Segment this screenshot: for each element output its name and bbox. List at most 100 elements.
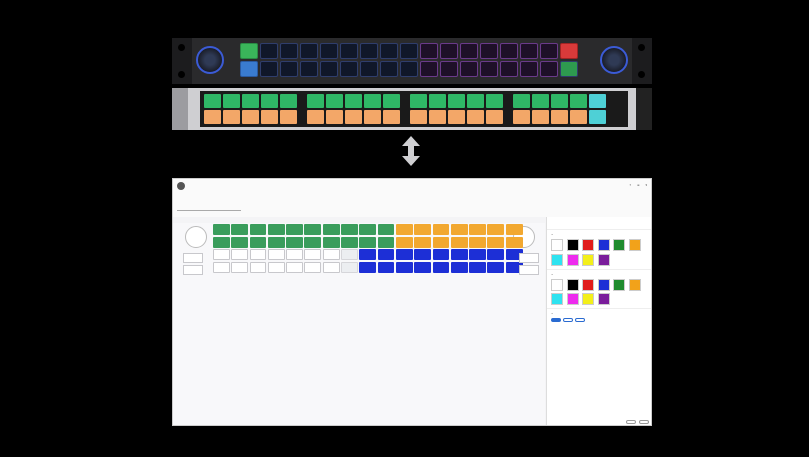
hardware-button[interactable] [520,43,538,59]
hardware-button[interactable] [440,43,458,59]
color-swatch[interactable] [597,239,610,251]
hardware-button[interactable] [460,61,478,77]
user-menu[interactable]: ▾ [645,183,647,187]
hardware-switch[interactable] [486,94,503,108]
hardware-button[interactable] [420,61,438,77]
hardware-button[interactable] [380,61,398,77]
hardware-button[interactable] [520,61,538,77]
side-button[interactable] [183,265,203,275]
hardware-switch[interactable] [345,94,362,108]
grid-button[interactable] [487,224,505,235]
color-swatch[interactable] [582,253,594,266]
color-swatch[interactable] [597,293,610,305]
grid-button[interactable] [505,236,523,248]
hardware-button[interactable] [400,43,418,59]
grid-button[interactable] [286,261,303,273]
grid-button[interactable] [341,224,358,235]
grid-button[interactable] [267,261,285,273]
hardware-switch[interactable] [383,110,400,124]
grid-button[interactable] [359,224,377,235]
grid-button[interactable] [377,224,395,235]
hardware-switch[interactable] [486,110,503,124]
grid-button[interactable] [267,236,285,248]
color-swatch[interactable] [551,239,563,251]
grid-button[interactable] [487,249,505,260]
grid-button[interactable] [213,224,230,235]
grid-button[interactable] [414,261,432,273]
color-swatch[interactable] [551,278,563,291]
grid-button[interactable] [450,261,468,273]
grid-button[interactable] [304,249,322,260]
hardware-switch[interactable] [383,94,400,108]
help-icon[interactable]: ? [629,183,631,187]
hardware-switch[interactable] [551,110,568,124]
hardware-switch[interactable] [223,110,240,124]
grid-button[interactable] [304,261,322,273]
grid-button[interactable] [450,224,468,235]
side-button[interactable] [183,253,203,263]
hardware-switch[interactable] [364,94,381,108]
grid-button[interactable] [231,236,249,248]
hardware-switch[interactable] [467,94,484,108]
secondary-button[interactable] [626,420,636,424]
hardware-button[interactable] [400,61,418,77]
hardware-switch[interactable] [307,94,324,108]
grid-button[interactable] [231,249,249,260]
hardware-switch[interactable] [467,110,484,124]
mode-pill[interactable] [551,318,561,322]
grid-button[interactable] [267,249,285,260]
grid-button[interactable] [450,236,468,248]
hardware-switch[interactable] [364,110,381,124]
hardware-switch[interactable] [280,94,297,108]
hardware-button[interactable] [560,61,578,77]
hardware-button[interactable] [280,43,298,59]
grid-button[interactable] [395,236,413,248]
hardware-button[interactable] [440,61,458,77]
grid-button[interactable] [304,224,322,235]
grid-button[interactable] [322,261,340,273]
hardware-switch[interactable] [326,94,343,108]
hardware-switch[interactable] [570,110,587,124]
hardware-button[interactable] [280,61,298,77]
grid-button[interactable] [231,261,249,273]
hardware-button[interactable] [260,43,278,59]
hardware-button[interactable] [340,43,358,59]
grid-button[interactable] [377,236,395,248]
hardware-switch[interactable] [242,94,259,108]
hardware-switch[interactable] [204,94,221,108]
hardware-switch[interactable] [448,110,465,124]
grid-button[interactable] [359,261,377,273]
grid-button[interactable] [341,236,358,248]
hardware-switch[interactable] [326,110,343,124]
hardware-button[interactable] [320,61,338,77]
grid-button[interactable] [249,261,267,273]
grid-button[interactable] [469,261,486,273]
grid-button[interactable] [359,249,377,260]
knob-left-icon[interactable] [196,46,224,74]
hardware-switch[interactable] [280,110,297,124]
hardware-switch[interactable] [410,94,427,108]
grid-button[interactable] [286,236,303,248]
text-field[interactable] [177,205,241,211]
color-swatch[interactable] [566,239,579,251]
color-swatch[interactable] [613,239,625,251]
hardware-switch[interactable] [429,94,446,108]
grid-button[interactable] [432,261,450,273]
hardware-switch[interactable] [242,110,259,124]
encoder-dial-left[interactable] [185,226,207,248]
grid-button[interactable] [432,224,450,235]
chevron-up-icon[interactable]: ^ [551,312,553,316]
grid-button[interactable] [286,224,303,235]
menu-icon[interactable]: ≡ [637,183,640,187]
grid-button[interactable] [414,224,432,235]
hardware-button[interactable] [260,61,278,77]
grid-button[interactable] [267,224,285,235]
grid-button[interactable] [395,224,413,235]
hardware-switch[interactable] [513,110,530,124]
color-swatch[interactable] [597,278,610,291]
hardware-button[interactable] [380,43,398,59]
grid-button[interactable] [377,261,395,273]
grid-button[interactable] [322,236,340,248]
grid-button[interactable] [395,261,413,273]
hardware-switch[interactable] [429,110,446,124]
